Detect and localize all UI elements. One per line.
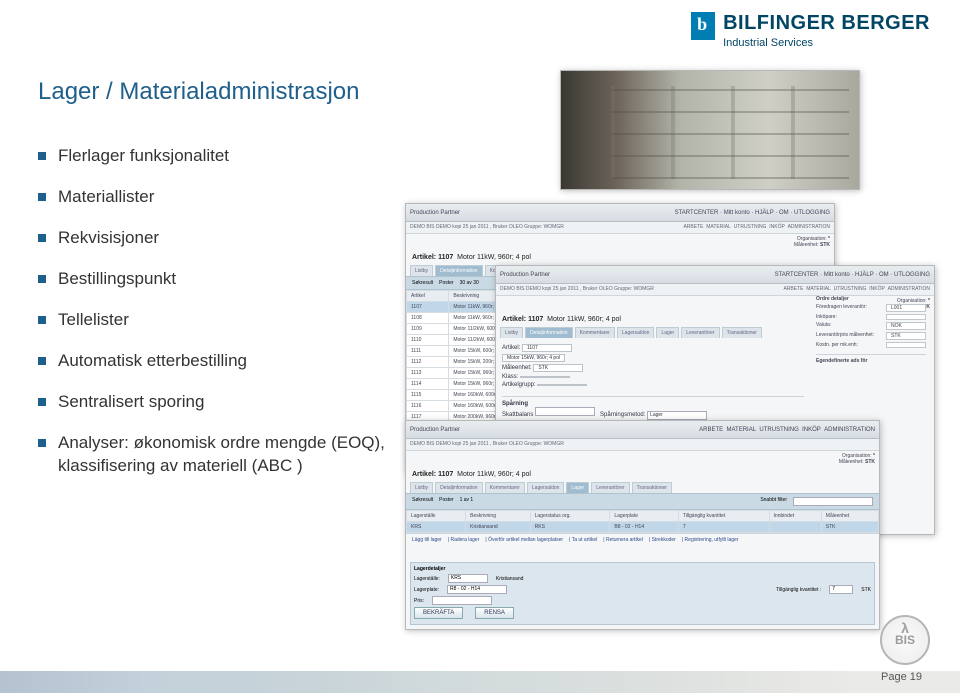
context-text: DEMO BIS DEMO kopi 25 jan 2011 , Bruker …	[500, 286, 654, 292]
brand-header: BILFINGER BERGER Industrial Services	[691, 12, 930, 49]
brand-subtitle: Industrial Services	[723, 37, 930, 49]
bullet-text: Automatisk etterbestilling	[58, 350, 247, 373]
tab-stockbalance[interactable]: Lagersaldon	[617, 327, 655, 338]
tab-detail[interactable]: Detaljinformation	[525, 327, 573, 338]
bullet-icon	[38, 316, 46, 324]
tab-listby[interactable]: Listby	[500, 327, 523, 338]
tab-stockbalance[interactable]: Lagersaldon	[527, 482, 565, 493]
tab-suppliers[interactable]: Leverantörer	[591, 482, 629, 493]
stock-grid[interactable]: Lagerställe Beskrivning Lagerstatus org.…	[406, 510, 879, 533]
warehouse-photo	[560, 70, 860, 190]
bullet-text: Materiallister	[58, 186, 154, 209]
screenshot-stack: Production Partner STARTCENTER · Mitt ko…	[405, 70, 930, 630]
bullet-item: Sentralisert sporing	[38, 391, 418, 414]
bullet-list: Flerlager funksjonalitet Materiallister …	[38, 145, 418, 495]
tab-comments[interactable]: Kommentarer	[575, 327, 615, 338]
bullet-item: Materiallister	[38, 186, 418, 209]
tab-comments[interactable]: Kommentarer	[485, 482, 525, 493]
brand-name: BILFINGER BERGER	[723, 12, 930, 35]
tab-suppliers[interactable]: Leverantörer	[681, 327, 719, 338]
stock-detail-form: Lagerdetaljer Lagerställe:KRSKristiansan…	[410, 562, 875, 625]
bullet-text: Tellelister	[58, 309, 129, 332]
search-row: Søkresult Poster 1 av 1 Snabbt filter	[406, 493, 879, 510]
bullet-icon	[38, 234, 46, 242]
app-title: Production Partner	[410, 427, 460, 433]
bullet-icon	[38, 439, 46, 447]
clear-button[interactable]: RENSA	[475, 607, 514, 619]
bullet-text: Flerlager funksjonalitet	[58, 145, 229, 168]
bullet-text: Sentralisert sporing	[58, 391, 204, 414]
table-row[interactable]: KRS Kristiansand RKS B8 - 02 - H14 7 STK	[407, 522, 879, 533]
context-text: DEMO BIS DEMO kopi 25 jan 2011 , Bruker …	[410, 224, 564, 230]
admin-nav: ARBETE MATERIAL UTRUSTNING INKÖP ADMINIS…	[699, 427, 875, 433]
tab-listby[interactable]: Listby	[410, 265, 433, 276]
bullet-icon	[38, 152, 46, 160]
page-number: Page 19	[881, 671, 922, 683]
bullet-item: Tellelister	[38, 309, 418, 332]
brand-logo-icon	[691, 12, 715, 40]
tab-stock[interactable]: Lager	[656, 327, 679, 338]
footer-decoration	[0, 671, 960, 693]
bullet-icon	[38, 275, 46, 283]
bullet-icon	[38, 398, 46, 406]
bullet-item: Flerlager funksjonalitet	[38, 145, 418, 168]
bullet-item: Bestillingspunkt	[38, 268, 418, 291]
tabs[interactable]: Listby Detaljinformation Kommentarer Lag…	[406, 482, 879, 493]
app-title: Production Partner	[410, 210, 460, 216]
bullet-icon	[38, 357, 46, 365]
page-title: Lager / Materialadministrasjon	[38, 78, 359, 106]
tab-transactions[interactable]: Transaktioner	[722, 327, 762, 338]
tab-stock[interactable]: Lager	[566, 482, 589, 493]
app-title: Production Partner	[500, 272, 550, 278]
context-text: DEMO BIS DEMO kopi 25 jan 2011 , Bruker …	[410, 441, 564, 447]
bullet-text: Bestillingspunkt	[58, 268, 176, 291]
app-nav: STARTCENTER · Mitt konto · HJÄLP · OM · …	[675, 210, 830, 216]
tab-listby[interactable]: Listby	[410, 482, 433, 493]
tab-transactions[interactable]: Transaktioner	[632, 482, 672, 493]
confirm-button[interactable]: BEKRÄFTA	[414, 607, 463, 619]
bis-badge-icon: BIS	[880, 615, 930, 665]
bullet-item: Analyser: økonomisk ordre mengde (EOQ), …	[38, 432, 418, 478]
bullet-icon	[38, 193, 46, 201]
bullet-text: Rekvisisjoner	[58, 227, 159, 250]
admin-nav: ARBETE MATERIAL UTRUSTNING INKÖP ADMINIS…	[683, 224, 830, 230]
tab-detail[interactable]: Detaljinformation	[435, 265, 483, 276]
bullet-item: Automatisk etterbestilling	[38, 350, 418, 373]
action-linkbar[interactable]: Lägg till lager| Radera lager| Överför a…	[406, 533, 879, 546]
bullet-text: Analyser: økonomisk ordre mengde (EOQ), …	[58, 432, 418, 478]
app-nav: STARTCENTER · Mitt konto · HJÄLP · OM · …	[775, 272, 930, 278]
app-panel-stock: Production Partner ARBETE MATERIAL UTRUS…	[405, 420, 880, 630]
tab-detail[interactable]: Detaljinformation	[435, 482, 483, 493]
bullet-item: Rekvisisjoner	[38, 227, 418, 250]
